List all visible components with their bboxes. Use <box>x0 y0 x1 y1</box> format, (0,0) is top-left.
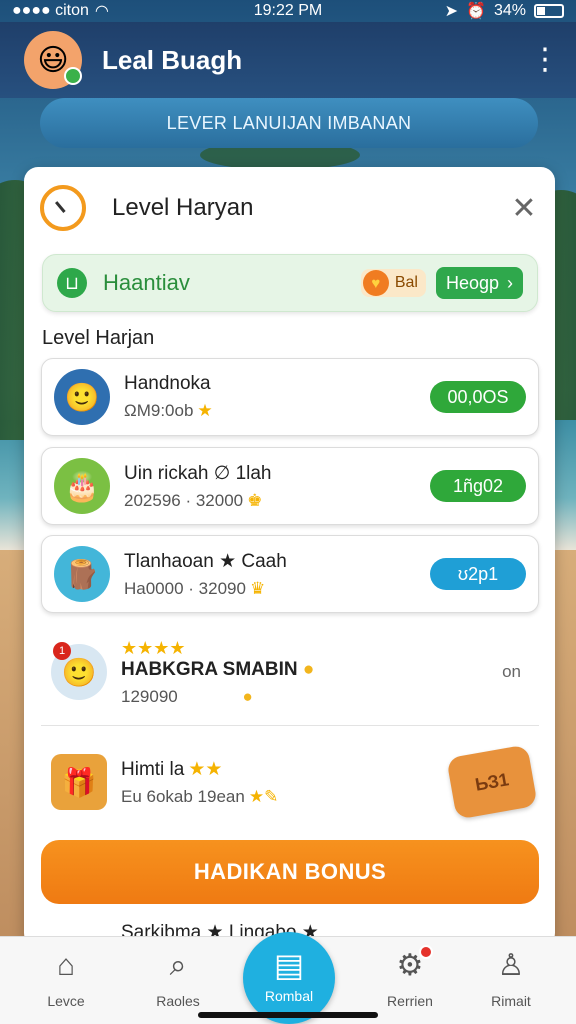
bonus-button[interactable]: HADIKAN BONUS <box>41 840 539 904</box>
item-name: Tlanhaoan ★ Caah <box>124 550 287 572</box>
star-icon: ★★ <box>188 758 223 780</box>
tab-game[interactable]: ⚙ Rerrien <box>365 945 455 1009</box>
list-item[interactable]: 🙂 Handnoka ΩM9:0ob ★ 00,0OS <box>41 358 539 436</box>
person-icon: 🙂 <box>61 656 97 688</box>
kebab-menu-icon[interactable]: ⋮ <box>530 45 560 75</box>
divider <box>41 725 539 726</box>
list-item[interactable]: 🪵 Tlanhaoan ★ Caah Ha0000 · 32090 ♛ ʊ2p1 <box>41 535 539 613</box>
avatar-badge <box>64 67 82 85</box>
item-value: 202596 · 32000 <box>124 490 244 510</box>
avatar: 🙂 <box>54 369 110 425</box>
crown-icon: ♚ <box>247 490 263 510</box>
tab-chat[interactable]: ▤ Rombal <box>243 932 335 1024</box>
log-icon: 🪵 <box>64 558 100 590</box>
claim-button[interactable]: 1ñg02 <box>430 470 526 502</box>
crown-icon: ♛ <box>249 578 266 598</box>
star-icon: ★✎ <box>248 786 279 806</box>
notification-dot <box>419 945 433 959</box>
search-icon: ⌕ <box>169 949 187 982</box>
avatar: 🙂 1 <box>51 642 107 700</box>
home-indicator <box>198 1012 378 1018</box>
battery-icon <box>534 4 564 18</box>
item-value: Ha0000 · 32090 <box>124 578 246 598</box>
tab-home[interactable]: ⌂ Levce <box>21 949 111 1009</box>
claim-button[interactable]: 00,0OS <box>430 381 526 413</box>
clock: 19:22 PM <box>253 2 323 19</box>
user-avatar[interactable]: 😃 <box>24 31 82 89</box>
profile-icon: ♙ <box>497 949 525 982</box>
person-icon: 🙂 <box>64 381 100 413</box>
clock-icon <box>40 185 86 231</box>
close-icon[interactable]: ✕ <box>509 191 539 226</box>
chat-icon: ▤ <box>273 947 305 983</box>
bag-label: ЬЗ1 <box>473 768 511 795</box>
status-bar: ●●●● citon ◠ 19:22 PM ➤ ⏰ 34% <box>0 0 576 22</box>
app-header: 😃 Leal Buagh ⋮ <box>0 22 576 98</box>
item-value: Eu 6okab 19ean <box>121 786 245 806</box>
section-title: Level Harjan <box>42 327 155 349</box>
cake-icon: 🎂 <box>64 470 100 502</box>
heart-chip-label: Bal <box>394 274 418 291</box>
heart-icon: ♥ <box>362 270 389 296</box>
coin-icon: ● <box>302 658 315 680</box>
item-value: 129090 <box>121 686 178 706</box>
home-icon: ⌂ <box>56 949 76 982</box>
star-icon: ★ <box>197 401 213 420</box>
side-text: on <box>502 662 521 681</box>
tab-profile[interactable]: ♙ Rimait <box>466 949 556 1009</box>
level-banner-button[interactable]: LEVER LANUIJAN IMBANAN <box>40 98 538 148</box>
promo-button-label: Heogp <box>445 272 499 293</box>
promo-label: Haantiav <box>103 270 190 295</box>
item-value: ΩM9:0ob <box>124 401 194 420</box>
app-title: Leal Buagh <box>102 44 243 75</box>
heart-chip: ♥ Bal <box>360 269 426 297</box>
chevron-right-icon: › <box>507 272 513 293</box>
list-item[interactable]: 🎂 Uin rickah ∅ 1lah 202596 · 32000 ♚ 1ñg0… <box>41 447 539 525</box>
tab-search[interactable]: ⌕ Raoles <box>133 949 223 1009</box>
item-name: Handnoka <box>124 373 211 394</box>
basket-icon: ⊔ <box>57 268 87 298</box>
gift-icon: 🎁 <box>51 754 107 810</box>
promo-bar: ⊔ Haantiav ♥ Bal Heogp › <box>42 254 538 312</box>
card-header: Level Haryan ✕ <box>40 183 539 233</box>
level-card: Level Haryan ✕ ⊔ Haantiav ♥ Bal Heogp › … <box>24 167 555 947</box>
game-icon: ⚙ <box>365 945 455 983</box>
item-name: HABKGRA SMABIN ● <box>121 658 315 680</box>
claim-button[interactable]: ʊ2p1 <box>430 558 526 590</box>
coin-icon: ● <box>242 686 253 706</box>
avatar: 🪵 <box>54 546 110 602</box>
rating-stars: ★★★★ <box>121 637 186 658</box>
promo-button[interactable]: Heogp › <box>435 267 523 299</box>
card-title: Level Haryan <box>112 194 254 221</box>
item-name: Uin rickah ∅ 1lah <box>124 462 272 484</box>
item-name: Himti la ★★ <box>121 758 223 780</box>
avatar: 🎂 <box>54 458 110 514</box>
rank-badge: 1 <box>53 642 71 660</box>
featured-item[interactable]: 🙂 1 ★★★★ HABKGRA SMABIN ● 129090 ● on <box>41 632 539 712</box>
